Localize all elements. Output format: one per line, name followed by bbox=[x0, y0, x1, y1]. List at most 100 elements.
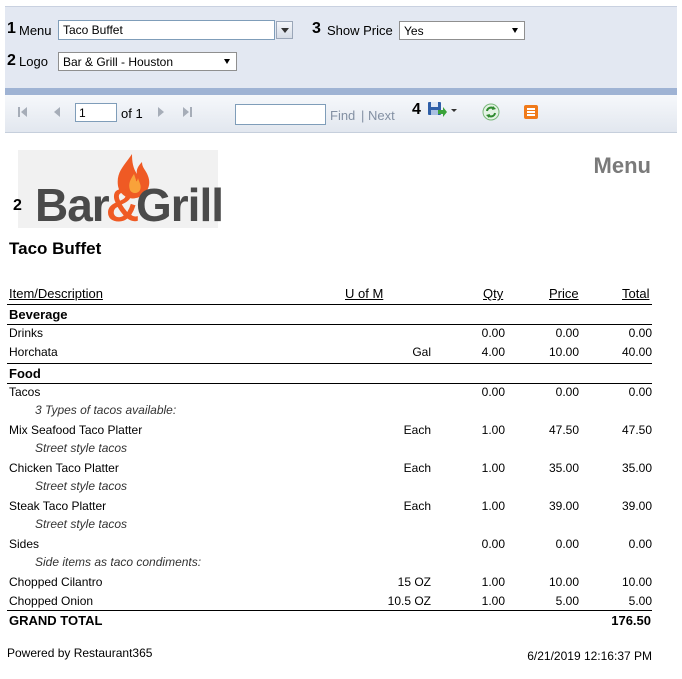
grand-total-rule bbox=[7, 610, 652, 611]
previous-page-icon bbox=[54, 107, 60, 117]
item-name: Chopped Onion bbox=[9, 594, 94, 608]
category-rule bbox=[7, 383, 652, 384]
print-layout-button[interactable] bbox=[523, 104, 539, 120]
export-button[interactable] bbox=[427, 100, 459, 118]
item-note: Side items as taco condiments: bbox=[35, 555, 202, 569]
chevron-down-icon bbox=[224, 59, 230, 64]
find-link[interactable]: Find bbox=[330, 108, 355, 123]
item-qty: 0.00 bbox=[481, 326, 505, 340]
category-heading: Food bbox=[9, 366, 41, 381]
powered-by: Powered by Restaurant365 bbox=[7, 646, 153, 660]
item-name: Mix Seafood Taco Platter bbox=[9, 423, 143, 437]
item-uom: 15 OZ bbox=[397, 575, 431, 589]
parameter-panel: 1 Menu Taco Buffet 3 Show Price Yes 2 Lo… bbox=[5, 6, 677, 88]
item-qty: 1.00 bbox=[481, 423, 505, 437]
last-page-button[interactable] bbox=[183, 106, 195, 118]
first-page-button[interactable] bbox=[18, 106, 30, 118]
logo-text-amp: & bbox=[106, 179, 140, 231]
item-note: Street style tacos bbox=[35, 479, 128, 493]
item-name: Tacos bbox=[9, 385, 41, 399]
document-icon bbox=[524, 105, 538, 119]
logo-text-bar: Bar bbox=[35, 179, 110, 231]
callout-4: 4 bbox=[412, 101, 421, 118]
callout-2: 2 bbox=[13, 197, 22, 214]
column-header-total: Total bbox=[622, 286, 650, 301]
chevron-down-icon bbox=[512, 28, 518, 33]
page-count: of 1 bbox=[121, 106, 143, 121]
menu-dropdown-button[interactable] bbox=[276, 21, 293, 39]
item-total: 0.00 bbox=[628, 537, 652, 551]
logo-image: Bar & Grill bbox=[18, 150, 224, 231]
item-note: Street style tacos bbox=[35, 517, 128, 531]
item-name: Chopped Cilantro bbox=[9, 575, 103, 589]
column-header-uom: U of M bbox=[345, 286, 384, 301]
previous-page-button[interactable] bbox=[52, 106, 64, 118]
item-price: 35.00 bbox=[548, 461, 579, 475]
grand-total-label: GRAND TOTAL bbox=[9, 613, 103, 628]
category-heading: Beverage bbox=[9, 307, 68, 322]
item-price: 0.00 bbox=[555, 537, 579, 551]
menu-combobox[interactable]: Taco Buffet bbox=[58, 20, 275, 40]
item-uom: 10.5 OZ bbox=[387, 594, 431, 608]
item-total: 39.00 bbox=[621, 499, 652, 513]
next-link[interactable]: Next bbox=[368, 108, 395, 123]
item-total: 35.00 bbox=[621, 461, 652, 475]
refresh-button[interactable] bbox=[482, 103, 500, 121]
show-price-value: Yes bbox=[404, 24, 424, 38]
header-rule bbox=[7, 304, 652, 305]
next-page-button[interactable] bbox=[156, 106, 168, 118]
show-price-label: Show Price bbox=[327, 23, 393, 38]
item-total: 10.00 bbox=[621, 575, 652, 589]
item-name: Chicken Taco Platter bbox=[9, 461, 119, 475]
item-qty: 0.00 bbox=[481, 537, 505, 551]
column-header-price: Price bbox=[549, 286, 579, 301]
item-note: 3 Types of tacos available: bbox=[35, 403, 177, 417]
category-rule bbox=[7, 324, 652, 325]
item-uom: Each bbox=[403, 423, 431, 437]
report-heading: Menu bbox=[593, 153, 651, 178]
item-qty: 1.00 bbox=[481, 594, 505, 608]
item-name: Horchata bbox=[9, 345, 58, 359]
item-qty: 1.00 bbox=[481, 499, 505, 513]
item-qty: 4.00 bbox=[481, 345, 505, 359]
find-separator: | bbox=[361, 108, 365, 123]
panel-divider[interactable] bbox=[5, 88, 677, 95]
grand-total-value: 176.50 bbox=[611, 613, 651, 628]
category-end-rule bbox=[7, 363, 652, 364]
save-icon bbox=[428, 102, 457, 117]
item-name: Steak Taco Platter bbox=[9, 499, 107, 513]
last-page-icon bbox=[183, 107, 189, 117]
item-total: 0.00 bbox=[628, 385, 652, 399]
item-name: Sides bbox=[9, 537, 40, 551]
item-price: 5.00 bbox=[555, 594, 579, 608]
item-qty: 1.00 bbox=[481, 575, 505, 589]
item-qty: 1.00 bbox=[481, 461, 505, 475]
item-price: 10.00 bbox=[548, 575, 579, 589]
item-total: 0.00 bbox=[628, 326, 652, 340]
show-price-select[interactable]: Yes bbox=[399, 21, 525, 40]
item-price: 39.00 bbox=[548, 499, 579, 513]
item-total: 47.50 bbox=[621, 423, 652, 437]
item-total: 5.00 bbox=[628, 594, 652, 608]
item-price: 0.00 bbox=[555, 385, 579, 399]
page-number-input[interactable]: 1 bbox=[75, 103, 117, 122]
report-toolbar: 1 of 1 Find | Next 4 bbox=[5, 95, 677, 133]
callout-3: 3 bbox=[312, 20, 321, 37]
item-name: Drinks bbox=[9, 326, 44, 340]
report-timestamp: 6/21/2019 12:16:37 PM bbox=[527, 649, 652, 663]
logo-value: Bar & Grill - Houston bbox=[63, 55, 174, 69]
logo-select[interactable]: Bar & Grill - Houston bbox=[58, 52, 237, 71]
logo-text-grill: Grill bbox=[136, 179, 224, 231]
next-page-icon bbox=[158, 107, 164, 117]
item-uom: Each bbox=[403, 499, 431, 513]
item-uom: Gal bbox=[412, 345, 431, 359]
item-qty: 0.00 bbox=[481, 385, 505, 399]
item-price: 0.00 bbox=[555, 326, 579, 340]
callout-2: 2 bbox=[7, 52, 16, 69]
column-header-qty: Qty bbox=[483, 286, 504, 301]
first-page-icon bbox=[18, 107, 20, 117]
column-header-item: Item/Description bbox=[9, 286, 103, 301]
find-input[interactable] bbox=[235, 104, 326, 125]
callout-1: 1 bbox=[7, 20, 16, 37]
menu-value: Taco Buffet bbox=[63, 23, 123, 37]
